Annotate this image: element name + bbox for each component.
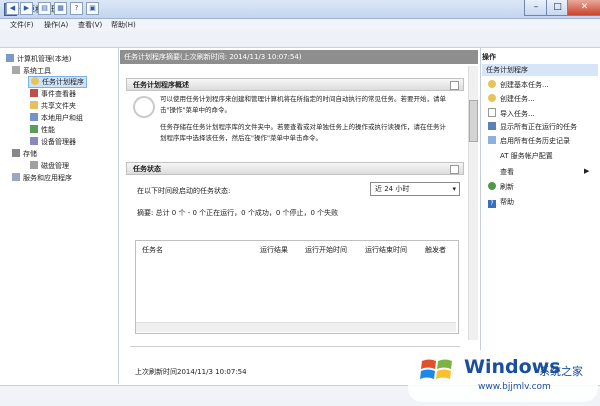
- running-tasks-icon: [488, 122, 496, 130]
- chevron-down-icon: ▾: [452, 185, 456, 193]
- watermark-url: www.bjjmlv.com: [478, 382, 551, 392]
- scheduler-clock-icon: [133, 96, 155, 118]
- action-create-task[interactable]: 创建任务...: [488, 94, 535, 104]
- device-manager-icon: [30, 137, 38, 145]
- last-refresh-text: 上次刷新时间2014/11/3 10:07:54: [135, 368, 247, 376]
- tree-system-tools[interactable]: 系统工具: [12, 66, 51, 76]
- tree-storage[interactable]: 存储: [12, 149, 37, 159]
- help-icon[interactable]: ?: [70, 2, 83, 15]
- overview-body: 可以使用任务计划程序来创建和管理计算机将在所指定的时间自动执行的常见任务。若要开…: [160, 94, 450, 154]
- tree-services-apps[interactable]: 服务和应用程序: [12, 173, 72, 183]
- status-summary: 摘要: 总计 0 个 - 0 个正在运行，0 个成功，0 个停止，0 个失败: [137, 209, 339, 217]
- tools-icon: [12, 66, 20, 74]
- menu-action[interactable]: 操作(A): [44, 20, 68, 30]
- horizontal-scrollbar[interactable]: [136, 322, 456, 332]
- refresh-icon: [488, 182, 496, 190]
- actions-section-header[interactable]: 任务计划程序: [482, 64, 598, 76]
- storage-icon: [12, 149, 20, 157]
- action-import-task[interactable]: 导入任务...: [488, 108, 535, 119]
- collapse-icon[interactable]: [450, 165, 459, 174]
- column-header[interactable]: 运行结束时间: [365, 245, 407, 255]
- menu-file[interactable]: 文件(F): [10, 20, 34, 30]
- pane-header: 任务计划程序摘要(上次刷新时间: 2014/11/3 10:07:54): [120, 50, 478, 64]
- overview-paragraph-1: 可以使用任务计划程序来创建和管理计算机将在所指定的时间自动执行的常见任务。若要开…: [160, 95, 446, 114]
- action-refresh[interactable]: 刷新: [488, 182, 514, 192]
- column-header[interactable]: 触发者: [425, 245, 446, 255]
- submenu-arrow-icon: ▶: [584, 167, 590, 175]
- tree-root[interactable]: 计算机管理(本地): [6, 54, 71, 64]
- action-view[interactable]: 查看: [500, 167, 514, 177]
- column-header[interactable]: 任务名: [142, 245, 163, 255]
- close-button[interactable]: ✕: [567, 0, 600, 16]
- clock-icon: [488, 80, 496, 88]
- clock-icon: [31, 77, 39, 85]
- action-show-running-tasks[interactable]: 显示所有正在运行的任务: [488, 122, 577, 132]
- properties-icon[interactable]: ▣: [86, 2, 99, 15]
- windows-logo-icon: [420, 359, 452, 379]
- up-folder-icon[interactable]: ▤: [38, 2, 51, 15]
- menu-help[interactable]: 帮助(H): [111, 20, 136, 30]
- document-icon: [488, 108, 496, 117]
- action-help[interactable]: ? 帮助: [488, 197, 514, 208]
- column-header[interactable]: 运行结果: [260, 245, 288, 255]
- tree-event-viewer[interactable]: 事件查看器: [30, 89, 76, 99]
- help-icon: ?: [488, 200, 496, 208]
- status-label: 在以下时间段启动的任务状态:: [137, 187, 231, 195]
- time-range-dropdown[interactable]: 近 24 小时 ▾: [370, 182, 460, 196]
- menu-view[interactable]: 查看(V): [78, 20, 102, 30]
- status-section-header[interactable]: 任务状态: [126, 162, 464, 175]
- clock-icon: [488, 94, 496, 102]
- show-hide-tree-icon[interactable]: ▦: [54, 2, 67, 15]
- services-icon: [12, 173, 20, 181]
- actions-header: 操作: [482, 53, 496, 61]
- tree-task-scheduler[interactable]: 任务计划程序: [28, 76, 87, 88]
- overview-section-header[interactable]: 任务计划程序概述: [126, 78, 464, 91]
- overview-paragraph-2: 任务存储在任务计划程序库的文件夹中。若要查看或对单独任务上的操作或执行读操作，请…: [160, 123, 446, 142]
- column-header[interactable]: 运行开始时间: [305, 245, 347, 255]
- task-status-table: [135, 240, 459, 334]
- history-icon: [488, 136, 496, 144]
- event-viewer-icon: [30, 89, 38, 97]
- tree-local-users[interactable]: 本地用户和组: [30, 113, 83, 123]
- performance-icon: [30, 125, 38, 133]
- action-create-basic-task[interactable]: 创建基本任务...: [488, 80, 549, 90]
- disk-icon: [30, 161, 38, 169]
- action-at-service[interactable]: AT 服务帐户配置: [500, 151, 553, 161]
- users-icon: [30, 113, 38, 121]
- tree-shared-folders[interactable]: 共享文件夹: [30, 101, 76, 111]
- watermark-brand: 系统之家: [539, 365, 583, 378]
- tree-performance[interactable]: 性能: [30, 125, 55, 135]
- maximize-button[interactable]: □: [546, 0, 569, 16]
- collapse-icon[interactable]: [450, 81, 459, 90]
- minimize-button[interactable]: –: [524, 0, 548, 16]
- tree-device-manager[interactable]: 设备管理器: [30, 137, 76, 147]
- divider: [130, 346, 460, 347]
- forward-arrow-icon[interactable]: ▶: [20, 2, 33, 15]
- scrollbar-thumb[interactable]: [469, 100, 478, 142]
- toolbar: [0, 31, 600, 48]
- tree-disk-management[interactable]: 磁盘管理: [30, 161, 69, 171]
- folder-icon: [30, 101, 38, 109]
- back-arrow-icon[interactable]: ◀: [6, 2, 19, 15]
- computer-icon: [6, 54, 14, 62]
- action-enable-history[interactable]: 启用所有任务历史记录: [488, 136, 570, 146]
